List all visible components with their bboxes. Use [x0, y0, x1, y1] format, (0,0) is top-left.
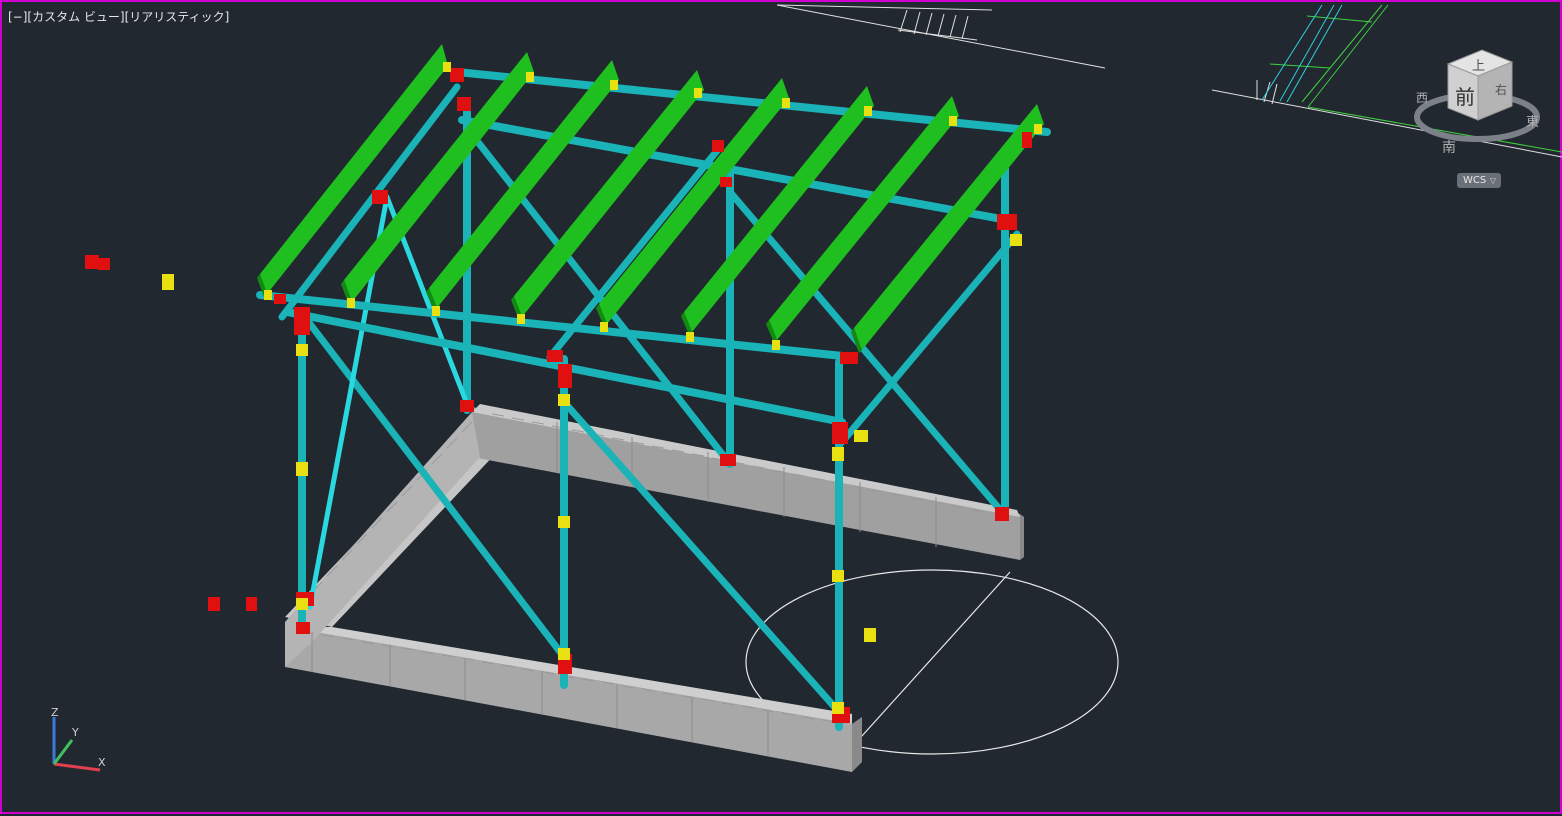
viewcube[interactable]: 上 前 右 西 東 南 [1414, 49, 1540, 156]
wcs-caret-icon: ▽ [1489, 176, 1496, 185]
viewcube-right-label: 右 [1495, 82, 1507, 97]
ucs-icon: Z Y X [51, 706, 106, 772]
viewport-controls-menu[interactable]: [−] [8, 10, 27, 24]
viewcube-top-label[interactable]: 上 [1472, 59, 1485, 74]
ucs-z-label: Z [51, 706, 59, 719]
wcs-menu[interactable]: WCS ▽ [1457, 173, 1501, 188]
scaffold-pipes[interactable] [256, 68, 1051, 731]
wcs-label: WCS [1463, 175, 1487, 186]
viewport-style-menu[interactable]: [リアリスティック] [125, 10, 230, 24]
reference-linework-cyan [1261, 4, 1343, 103]
ucs-y-label: Y [71, 726, 79, 739]
compass-east-label[interactable]: 東 [1526, 114, 1539, 130]
viewcube-front-label[interactable]: 前 [1455, 85, 1475, 109]
block-foundation[interactable] [285, 404, 1024, 772]
viewport-controls-label: [−][カスタム ビュー][リアリスティック] [8, 8, 229, 25]
ucs-x-label: X [98, 756, 106, 769]
drawing-viewport[interactable]: 上 前 右 西 東 南 Z Y X [−][カスタム ビュー][リアリスティック… [0, 0, 1562, 814]
compass-south-label[interactable]: 南 [1442, 140, 1456, 156]
compass-west-label[interactable]: 西 [1416, 91, 1428, 105]
viewport-view-menu[interactable]: [カスタム ビュー] [27, 10, 124, 24]
model-scene[interactable]: 上 前 右 西 東 南 Z Y X [2, 2, 1562, 816]
